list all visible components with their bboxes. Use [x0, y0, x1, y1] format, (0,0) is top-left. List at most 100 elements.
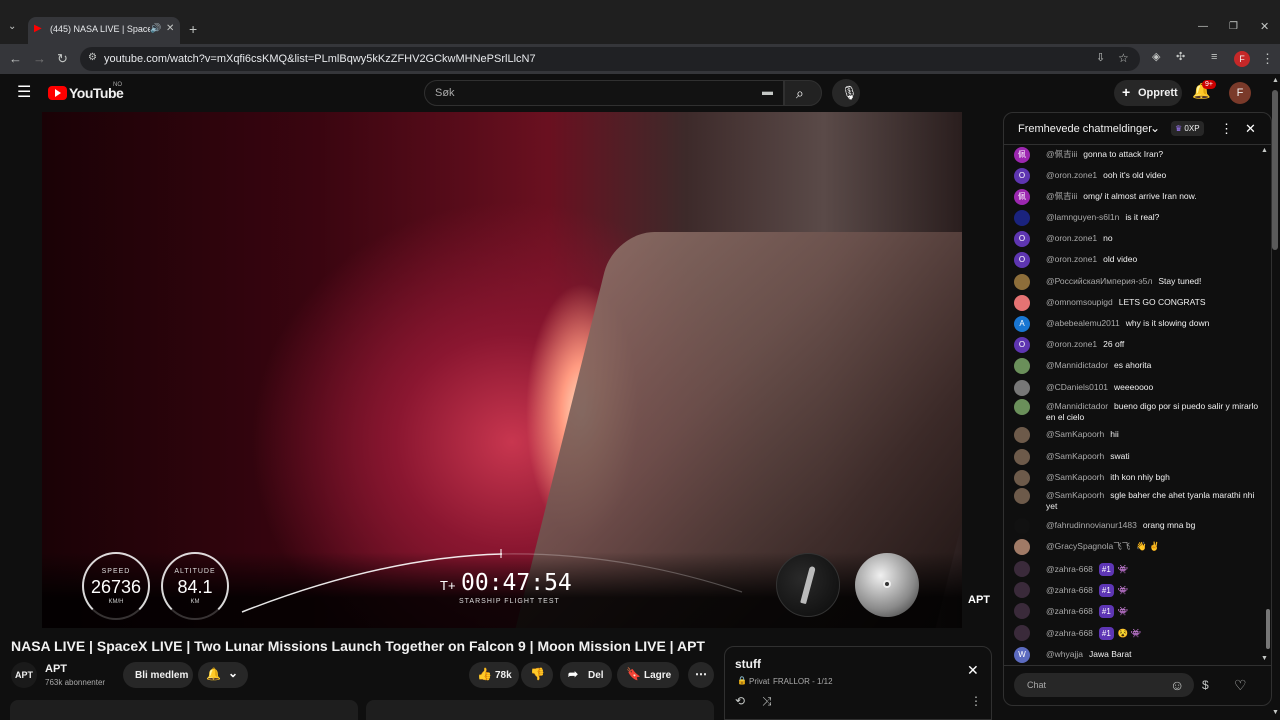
extensions-puzzle-icon[interactable]: ✣ [1176, 52, 1185, 63]
chat-author-avatar[interactable]: 佩 [1014, 147, 1030, 163]
playlist-close-icon[interactable]: ✕ [967, 663, 979, 677]
chat-author-name[interactable]: @SamKapoorh [1046, 451, 1104, 461]
chat-author-name[interactable]: @Mannidictador [1046, 401, 1108, 411]
like-button[interactable]: 👍 78k [469, 662, 519, 688]
chat-author-name[interactable]: @SamKapoorh [1046, 429, 1104, 439]
playlist-more-icon[interactable]: ⋮ [970, 695, 982, 707]
chat-author-avatar[interactable] [1014, 561, 1030, 577]
chat-author-name[interactable]: @SamKapoorh [1046, 472, 1104, 482]
chat-author-name[interactable]: @lamnguyen-s6l1n [1046, 212, 1119, 222]
bookmark-star-icon[interactable]: ☆ [1118, 52, 1129, 64]
chat-author-name[interactable]: @CDaniels0101 [1046, 382, 1108, 392]
save-button[interactable]: 🔖 Lagre [617, 662, 679, 688]
xp-badge[interactable]: ♛ 0XP [1171, 121, 1204, 136]
chat-author-avatar[interactable] [1014, 210, 1030, 226]
chat-author-name[interactable]: @GracySpagnola飞飞 [1046, 541, 1130, 551]
chat-scroll-up-icon[interactable]: ▲ [1261, 147, 1268, 154]
back-icon[interactable]: ← [9, 52, 22, 65]
subscription-bell-button[interactable]: 🔔 ⌄ [198, 662, 248, 688]
shuffle-icon[interactable]: ⤨ [762, 695, 772, 707]
more-actions-button[interactable]: ⋯ [688, 662, 714, 688]
chat-author-avatar[interactable]: O [1014, 337, 1030, 353]
restore-icon[interactable]: ❐ [1229, 22, 1238, 32]
playlist-name[interactable]: stuff [735, 657, 761, 671]
emoji-icon[interactable]: ☺ [1170, 678, 1184, 692]
search-input[interactable]: Søk ▬ [424, 80, 784, 106]
loop-icon[interactable]: ⟲ [735, 695, 745, 707]
join-button[interactable]: Bli medlem [123, 662, 193, 688]
chat-author-avatar[interactable] [1014, 539, 1030, 555]
chat-scrollbar[interactable] [1266, 609, 1270, 649]
page-scroll-down-icon[interactable]: ▼ [1272, 709, 1279, 716]
tab-audio-icon[interactable]: 🔊 [150, 24, 161, 33]
channel-name[interactable]: APT [45, 663, 67, 675]
keyboard-icon[interactable]: ▬ [762, 87, 773, 98]
youtube-logo[interactable]: YouTube NO [48, 82, 128, 102]
chat-author-avatar[interactable] [1014, 603, 1030, 619]
search-button[interactable]: ⌕ [784, 80, 822, 106]
chat-author-name[interactable]: @РоссийскаяИмперия-э5л [1046, 276, 1152, 286]
chat-author-name[interactable]: @zahra-668 [1046, 606, 1093, 616]
page-scrollbar-thumb[interactable] [1272, 90, 1278, 250]
chat-author-name[interactable]: @whyajja [1046, 649, 1083, 659]
chat-more-icon[interactable]: ⋮ [1220, 122, 1233, 135]
chat-author-avatar[interactable]: O [1014, 231, 1030, 247]
chat-author-name[interactable]: @fahrudinnovianur1483 [1046, 520, 1137, 530]
chat-author-avatar[interactable] [1014, 518, 1030, 534]
chat-mode-chevron-icon[interactable]: ⌄ [1150, 122, 1160, 134]
forward-icon[interactable]: → [33, 52, 46, 65]
chat-author-avatar[interactable]: A [1014, 316, 1030, 332]
reload-icon[interactable]: ↻ [57, 52, 68, 65]
chat-author-name[interactable]: @佩吉iii [1046, 191, 1077, 201]
url-field[interactable]: ⚙ youtube.com/watch?v=mXqfi6csKMQ&list=P… [80, 47, 1140, 71]
chat-author-avatar[interactable]: O [1014, 252, 1030, 268]
chat-author-avatar[interactable] [1014, 427, 1030, 443]
super-chat-icon[interactable]: $ [1202, 679, 1209, 691]
browser-tab[interactable]: ▶ (445) NASA LIVE | SpaceX LIVE 🔊 ✕ [28, 17, 180, 44]
chat-author-name[interactable]: @oron.zone1 [1046, 233, 1097, 243]
window-close-icon[interactable]: ✕ [1260, 22, 1269, 33]
tab-close-icon[interactable]: ✕ [166, 24, 174, 34]
chat-author-name[interactable]: @zahra-668 [1046, 585, 1093, 595]
tab-list-icon[interactable]: ⌄ [8, 22, 16, 32]
minimize-icon[interactable]: — [1198, 22, 1208, 32]
account-avatar[interactable]: F [1229, 82, 1251, 104]
new-tab-icon[interactable]: + [189, 22, 197, 36]
chat-author-name[interactable]: @oron.zone1 [1046, 254, 1097, 264]
chat-scroll-down-icon[interactable]: ▼ [1261, 655, 1268, 662]
chat-author-avatar[interactable]: O [1014, 168, 1030, 184]
chat-author-avatar[interactable] [1014, 488, 1030, 504]
chat-author-avatar[interactable] [1014, 625, 1030, 641]
chat-author-name[interactable]: @oron.zone1 [1046, 170, 1097, 180]
chat-author-name[interactable]: @omnomsoupigd [1046, 297, 1113, 307]
channel-avatar[interactable]: APT [11, 662, 37, 688]
chat-author-avatar[interactable] [1014, 470, 1030, 486]
chat-author-avatar[interactable] [1014, 380, 1030, 396]
chat-author-avatar[interactable]: W [1014, 647, 1030, 663]
chat-author-name[interactable]: @zahra-668 [1046, 564, 1093, 574]
chat-author-avatar[interactable]: 佩 [1014, 189, 1030, 205]
voice-search-button[interactable]: 🎙 [832, 79, 860, 107]
page-scroll-up-icon[interactable]: ▲ [1272, 77, 1279, 84]
hamburger-menu-icon[interactable]: ☰ [17, 85, 31, 101]
media-control-icon[interactable]: ≡ [1211, 52, 1217, 63]
chat-input[interactable]: Chat [1014, 673, 1194, 697]
heart-icon[interactable]: ♡ [1234, 678, 1247, 692]
chat-author-avatar[interactable] [1014, 295, 1030, 311]
chat-author-name[interactable]: @abebealemu2011 [1046, 318, 1120, 328]
chat-close-icon[interactable]: ✕ [1245, 122, 1256, 135]
video-player[interactable]: SPEED 26736 KM/H ALTITUDE 84.1 KM T+ 00:… [42, 112, 962, 628]
profile-avatar[interactable]: F [1234, 51, 1250, 67]
extension-icon-1[interactable]: ◈ [1152, 52, 1160, 63]
install-icon[interactable]: ⇩ [1096, 53, 1105, 64]
chat-author-avatar[interactable] [1014, 358, 1030, 374]
site-info-icon[interactable]: ⚙ [88, 53, 97, 63]
chat-author-avatar[interactable] [1014, 449, 1030, 465]
browser-menu-icon[interactable]: ⋮ [1261, 52, 1274, 65]
chat-author-name[interactable]: @zahra-668 [1046, 628, 1093, 638]
chat-author-avatar[interactable] [1014, 274, 1030, 290]
chat-mode-label[interactable]: Fremhevede chatmeldinger [1018, 123, 1152, 135]
chat-author-name[interactable]: @佩吉iii [1046, 149, 1077, 159]
chat-author-avatar[interactable] [1014, 399, 1030, 415]
chat-author-name[interactable]: @oron.zone1 [1046, 339, 1097, 349]
